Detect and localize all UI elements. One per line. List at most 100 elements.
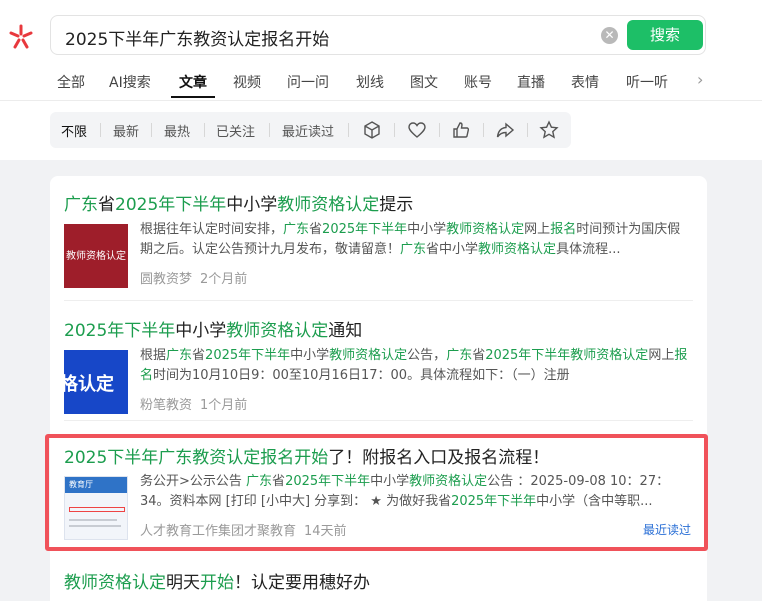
- thumbnail-line: [69, 507, 125, 512]
- tab-stickers[interactable]: 表情: [571, 72, 599, 92]
- thumbnail-line: [69, 519, 117, 521]
- text-fragment: 中小学（含中等职...: [536, 494, 653, 509]
- text-fragment: 省: [309, 222, 323, 237]
- active-tab-indicator: [171, 96, 215, 98]
- text-fragment: 中小学: [370, 474, 410, 489]
- highlighted-keyword: 2025下半年广东教资认定报名开始: [64, 448, 329, 468]
- filter-hottest[interactable]: 最热: [164, 121, 190, 140]
- tab-bar: 全部 AI搜索 文章 视频 问一问 划线 图文 账号 直播 表情 听一听 ›: [0, 68, 762, 100]
- thumbnail-line: [69, 525, 121, 527]
- filter-separator: [394, 123, 395, 137]
- highlighted-keyword: 教师资格认定: [329, 348, 408, 363]
- highlighted-keyword: 教师资格认定: [409, 474, 488, 489]
- search-button[interactable]: 搜索: [627, 20, 703, 50]
- filter-latest[interactable]: 最新: [113, 121, 139, 140]
- search-input[interactable]: 2025下半年广东教资认定报名开始 ✕ 搜索: [50, 15, 706, 55]
- highlighted-keyword: 2025年下半年教师资格认定: [485, 348, 649, 363]
- highlighted-keyword: 教师资格认定: [478, 242, 557, 257]
- highlighted-keyword: 开始: [200, 573, 234, 593]
- text-fragment: 省中小学: [426, 242, 479, 257]
- result-item[interactable]: 广东省2025年下半年中小学教师资格认定提示 教师资格认定 根据往年认定时间安排…: [50, 176, 707, 294]
- highlighted-keyword: 广东: [64, 195, 98, 215]
- cube-icon[interactable]: [362, 120, 382, 140]
- result-thumbnail: 教师资格认定: [64, 224, 128, 288]
- tab-video[interactable]: 视频: [233, 72, 261, 92]
- result-thumbnail: 教育厅: [64, 476, 128, 540]
- highlighted-keyword: 2025年下半年: [205, 348, 291, 363]
- tab-listen[interactable]: 听一听: [626, 72, 668, 92]
- text-fragment: 中小学: [175, 321, 227, 341]
- result-title[interactable]: 广东省2025年下半年中小学教师资格认定提示: [64, 190, 413, 215]
- highlighted-keyword: 教师资格认定: [64, 573, 166, 593]
- thumbs-up-icon[interactable]: [451, 120, 471, 140]
- filter-separator: [348, 123, 349, 137]
- result-snippet: 务公开>公示公告 广东省2025年下半年中小学教师资格认定公告 ：2025-09…: [140, 472, 692, 512]
- tab-highlights[interactable]: 划线: [356, 72, 384, 92]
- tab-image-text[interactable]: 图文: [410, 72, 438, 92]
- highlighted-keyword: 广东: [283, 222, 310, 237]
- text-fragment: 了！附报名入口及报名流程！: [328, 448, 550, 468]
- result-item[interactable]: 2025年下半年中小学教师资格认定通知 格认定 根据广东省2025年下半年中小学…: [50, 302, 707, 414]
- result-time: 14天前: [304, 524, 347, 539]
- tab-ai-search[interactable]: AI搜索: [109, 72, 151, 92]
- text-fragment: 提示: [379, 195, 414, 215]
- heart-icon[interactable]: [407, 120, 427, 140]
- text-fragment: 中小学: [407, 222, 447, 237]
- filter-separator: [204, 123, 205, 137]
- divider: [0, 100, 762, 101]
- result-meta: 人才教育工作集团才聚教育 14天前: [140, 520, 347, 539]
- tab-all[interactable]: 全部: [57, 72, 85, 92]
- highlighted-keyword: 广东: [400, 242, 427, 257]
- highlighted-keyword: 2025年下半年: [322, 222, 408, 237]
- star-icon[interactable]: [539, 120, 559, 140]
- logo-icon: [9, 24, 33, 49]
- text-fragment: 省: [192, 348, 206, 363]
- tab-ask[interactable]: 问一问: [287, 72, 329, 92]
- filter-followed[interactable]: 已关注: [216, 121, 255, 140]
- result-time: 2个月前: [200, 272, 248, 287]
- chevron-right-icon[interactable]: ›: [697, 70, 703, 89]
- filter-separator: [269, 123, 270, 137]
- tab-live[interactable]: 直播: [517, 72, 545, 92]
- result-source[interactable]: 粉笔教资: [140, 398, 192, 413]
- result-source[interactable]: 人才教育工作集团才聚教育: [140, 524, 296, 539]
- highlighted-keyword: 2025年下半年: [285, 474, 371, 489]
- filter-separator: [527, 123, 528, 137]
- text-fragment: 中小学: [290, 348, 330, 363]
- text-fragment: 网上: [524, 222, 551, 237]
- text-fragment: 省: [272, 474, 286, 489]
- text-fragment: 网上: [648, 348, 675, 363]
- highlighted-keyword: 2025年下半年: [115, 195, 227, 215]
- highlighted-keyword: 广东: [446, 348, 473, 363]
- result-divider: [64, 300, 693, 301]
- text-fragment: 时间为10月10日9：00至10月16日17：00。具体流程如下：（一）注册: [153, 368, 570, 383]
- recently-read-badge: 最近读过: [642, 523, 691, 537]
- top-bar: 2025下半年广东教资认定报名开始 ✕ 搜索 全部 AI搜索 文章 视频 问一问…: [0, 0, 762, 160]
- thumbnail-caption: 教育厅: [69, 480, 93, 489]
- result-divider: [64, 420, 693, 421]
- result-item[interactable]: 教师资格认定明天开始！认定要用穗好办: [50, 560, 707, 601]
- result-time: 1个月前: [200, 398, 248, 413]
- filter-separator: [100, 123, 101, 137]
- tab-articles[interactable]: 文章: [179, 72, 207, 92]
- result-title[interactable]: 教师资格认定明天开始！认定要用穗好办: [64, 568, 370, 593]
- text-fragment: 具体流程...: [556, 242, 621, 257]
- highlighted-keyword: 教师资格认定: [226, 321, 329, 341]
- text-fragment: 明天: [166, 573, 200, 593]
- text-fragment: 根据: [140, 348, 167, 363]
- highlighted-keyword: 教师资格认定: [277, 195, 380, 215]
- result-title[interactable]: 2025年下半年中小学教师资格认定通知: [64, 316, 362, 341]
- share-icon[interactable]: [495, 120, 515, 140]
- result-title[interactable]: 2025下半年广东教资认定报名开始了！附报名入口及报名流程！: [64, 443, 549, 468]
- filter-recently-read[interactable]: 最近读过: [282, 121, 334, 140]
- text-fragment: 省: [472, 348, 486, 363]
- clear-icon[interactable]: ✕: [601, 27, 618, 44]
- text-fragment: 中小学: [226, 195, 278, 215]
- result-thumbnail: 格认定: [64, 350, 128, 414]
- result-item[interactable]: 2025下半年广东教资认定报名开始了！附报名入口及报名流程！ 教育厅 务公开>公…: [50, 438, 707, 546]
- text-fragment: ！认定要用穗好办: [234, 573, 370, 593]
- tab-accounts[interactable]: 账号: [464, 72, 492, 92]
- result-source[interactable]: 圆教资梦: [140, 272, 192, 287]
- filter-any[interactable]: 不限: [61, 121, 87, 140]
- highlighted-keyword: 报名: [550, 222, 577, 237]
